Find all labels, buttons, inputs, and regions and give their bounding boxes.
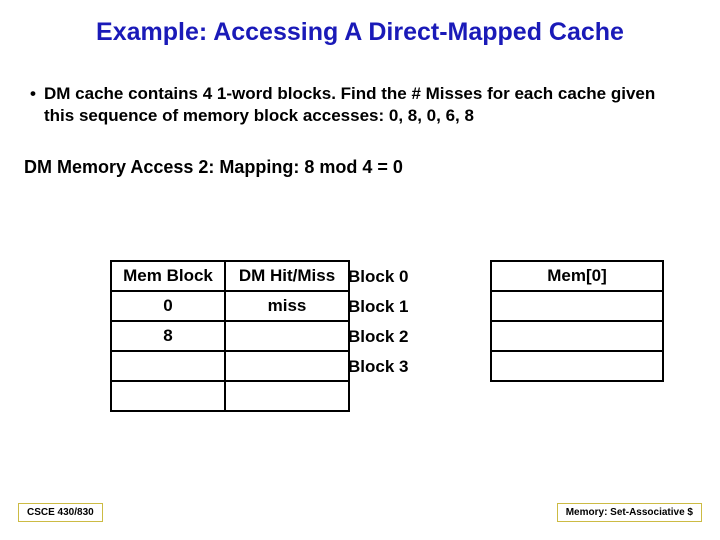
- block-label-1: Block 1: [348, 292, 408, 322]
- cell-r3c2: [225, 351, 349, 381]
- cache-row-1: [491, 291, 663, 321]
- block-label-0: Block 0: [348, 262, 408, 292]
- cache-row-0: Mem[0]: [491, 261, 663, 291]
- cell-r4c1: [111, 381, 225, 411]
- cell-r2c1: 8: [111, 321, 225, 351]
- cell-r1c1: 0: [111, 291, 225, 321]
- cell-r2c2: [225, 321, 349, 351]
- cache-table: Mem[0]: [490, 260, 664, 382]
- bullet-line: • DM cache contains 4 1-word blocks. Fin…: [30, 83, 690, 127]
- th-hitmiss: DM Hit/Miss: [225, 261, 349, 291]
- bullet-text: DM cache contains 4 1-word blocks. Find …: [44, 83, 690, 127]
- cell-r4c2: [225, 381, 349, 411]
- cell-r1c2: miss: [225, 291, 349, 321]
- bullet-area: • DM cache contains 4 1-word blocks. Fin…: [0, 55, 720, 127]
- subheading: DM Memory Access 2: Mapping: 8 mod 4 = 0: [0, 127, 720, 178]
- block-label-2: Block 2: [348, 322, 408, 352]
- bullet-dot: •: [30, 83, 44, 105]
- access-table: Mem Block DM Hit/Miss 0 miss 8: [110, 260, 350, 412]
- cache-row-3: [491, 351, 663, 381]
- slide-title: Example: Accessing A Direct-Mapped Cache: [0, 0, 720, 55]
- block-labels: Block 0 Block 1 Block 2 Block 3: [348, 262, 408, 382]
- footer-topic: Memory: Set-Associative $: [557, 503, 702, 522]
- cell-r3c1: [111, 351, 225, 381]
- cache-row-2: [491, 321, 663, 351]
- th-memblock: Mem Block: [111, 261, 225, 291]
- footer-course: CSCE 430/830: [18, 503, 103, 522]
- block-label-3: Block 3: [348, 352, 408, 382]
